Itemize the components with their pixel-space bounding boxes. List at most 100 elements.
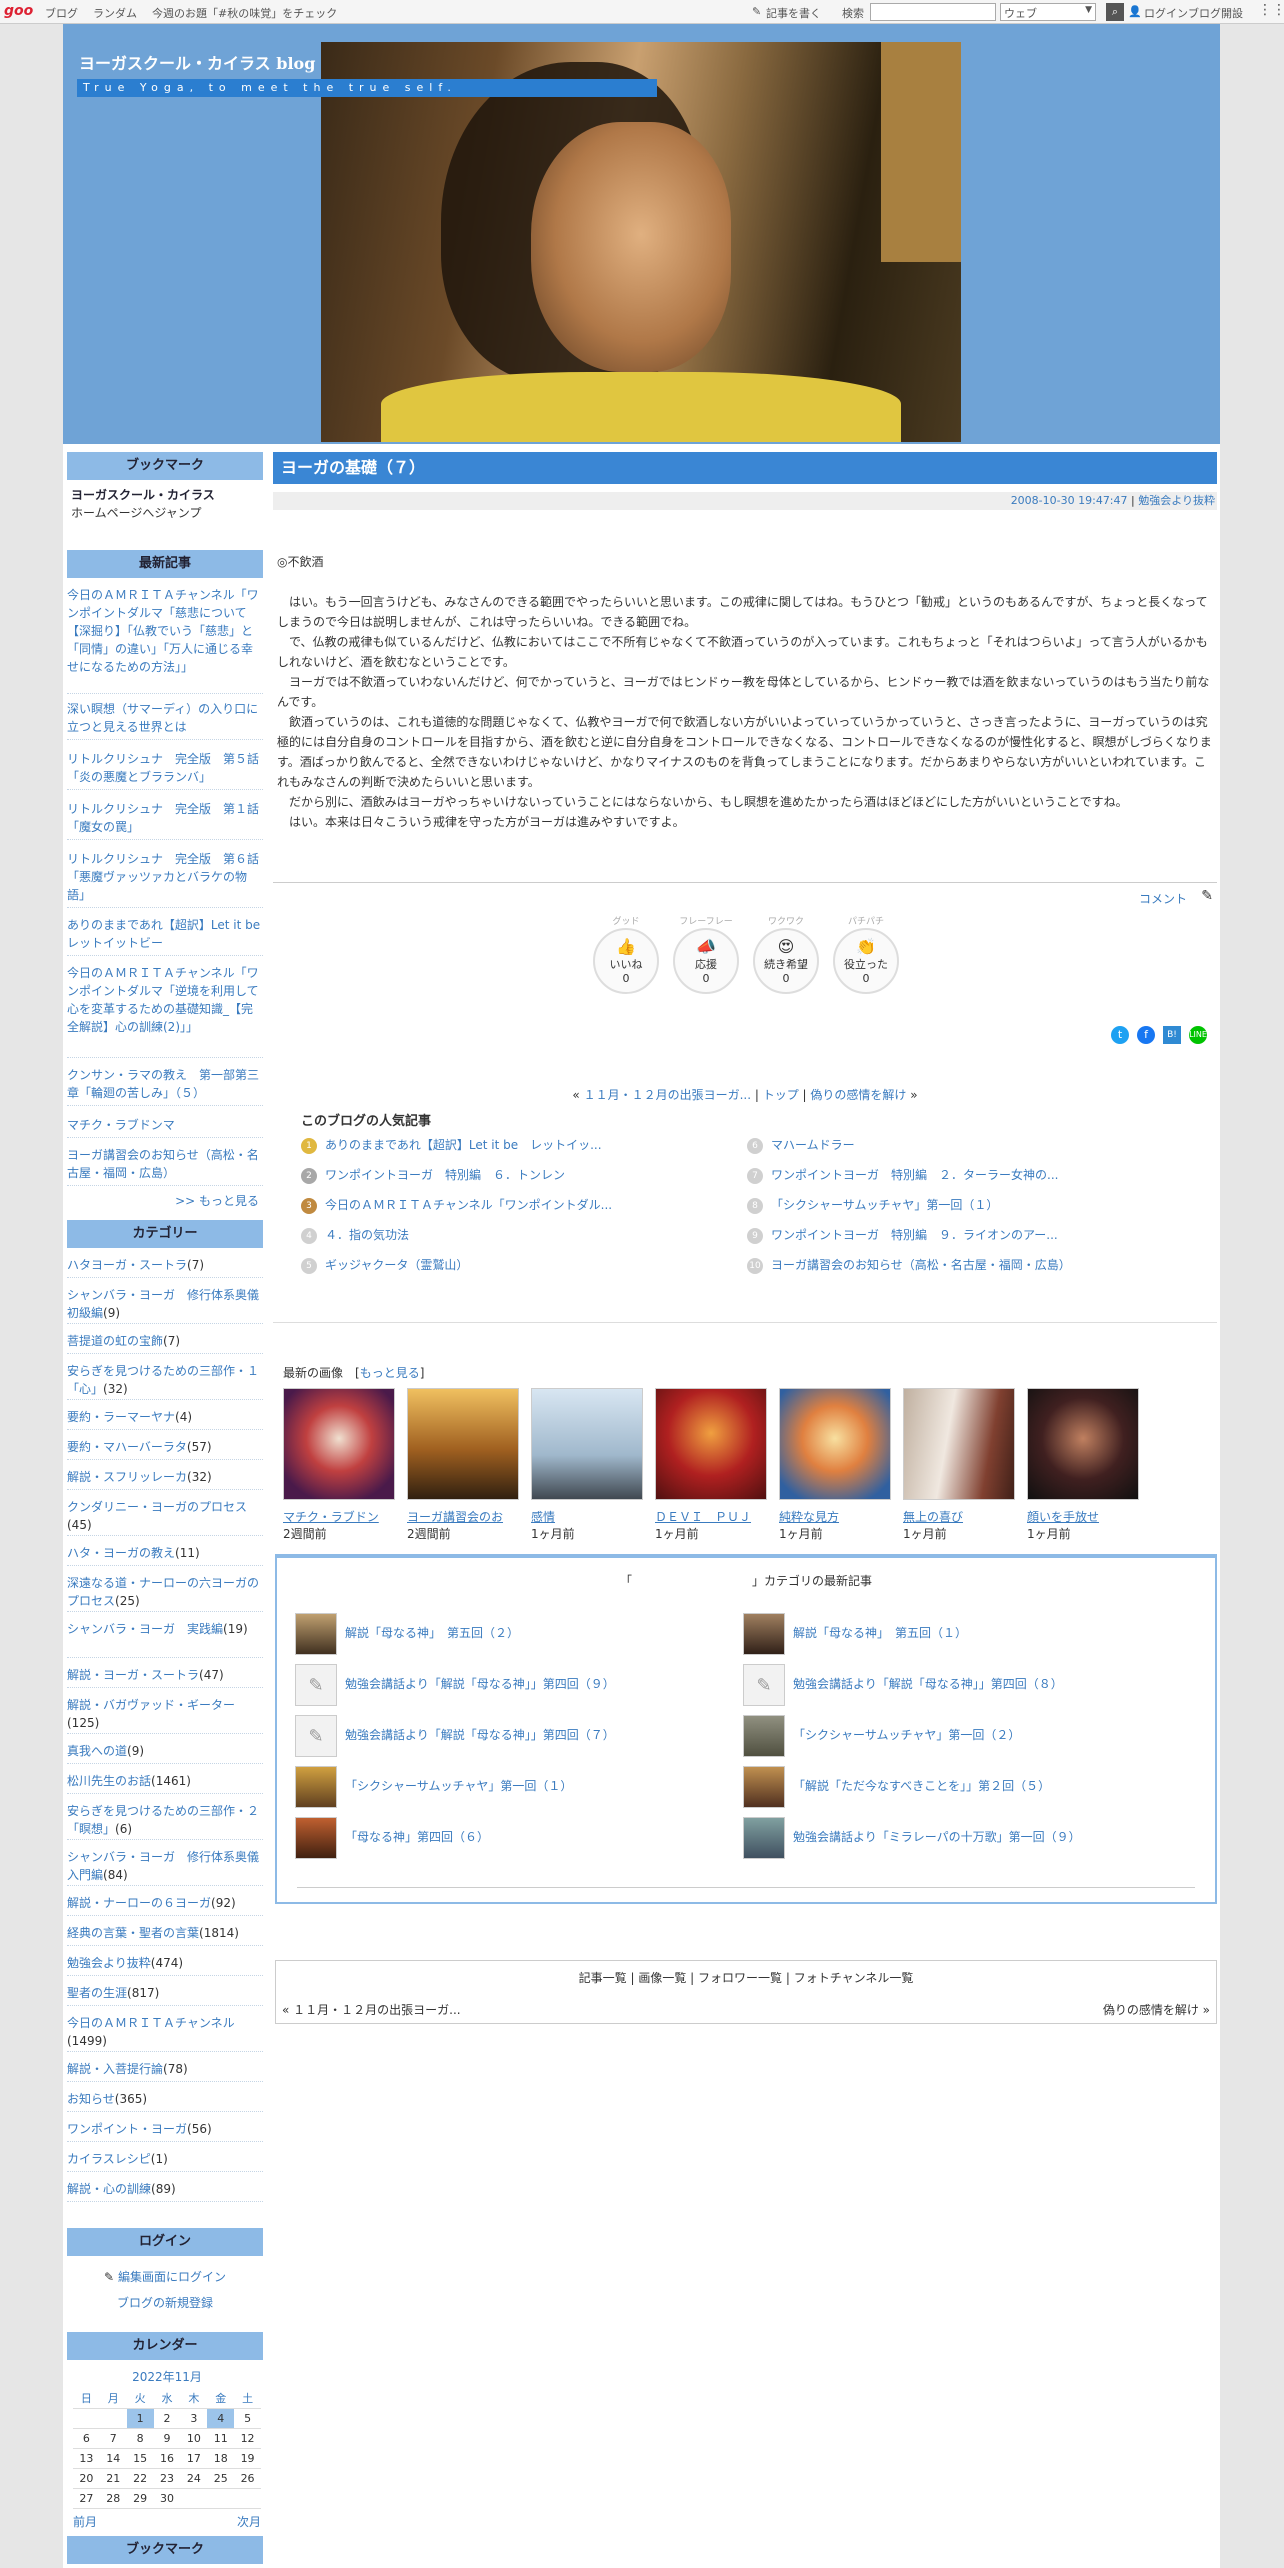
footer-link-followers[interactable]: フォロワー一覧 [698,1971,782,1985]
recent-post-item[interactable]: 今日のＡＭＲＩＴＡチャンネル「ワンポイントダルマ「逆境を利用して心を変革するため… [67,964,263,1058]
login-link[interactable]: ログイン [1144,5,1188,21]
category-name[interactable]: カイラスレシピ [67,2152,151,2166]
category-recent-item[interactable]: ✎ 勉強会講話より「解説「母なる神」」第四回（９） [295,1663,615,1706]
calendar-day[interactable]: 5 [234,2409,261,2429]
calendar-day[interactable]: 26 [234,2469,261,2489]
article-thumbnail[interactable] [295,1765,337,1808]
category-item[interactable]: 真我への道(9) [67,1742,263,1764]
article-thumbnail[interactable] [743,1714,785,1757]
popular-item-link[interactable]: ヨーガ講習会のお知らせ（高松・名古屋・福岡・広島） [771,1258,1071,1272]
popular-item[interactable]: 7 ワンポイントヨーガ 特別編 ２．ターラー女神の... [747,1166,1058,1184]
article-thumbnail[interactable] [295,1816,337,1859]
category-item[interactable]: 安らぎを見つけるための三部作・２「瞑想」(6) [67,1802,263,1840]
latest-image-thumbnail[interactable] [655,1388,767,1500]
category-name[interactable]: ハタ・ヨーガの教え [67,1546,175,1560]
calendar-day[interactable]: 29 [126,2489,154,2509]
category-recent-item[interactable]: ✎ 勉強会講話より「解説「母なる神」」第四回（８） [743,1663,1063,1706]
latest-image-caption[interactable]: ＤＥＶＩ ＰＵＪ [655,1508,767,1525]
calendar-day[interactable]: 19 [234,2449,261,2469]
category-item[interactable]: お知らせ(365) [67,2090,263,2112]
recent-post-item[interactable]: リトルクリシュナ 完全版 第５話「炎の悪魔とブラランバ」 [67,750,263,790]
category-name[interactable]: 解説・バガヴァッド・ギーター [67,1698,235,1712]
footer-next-link[interactable]: 偽りの感情を解け [1103,2003,1199,2017]
category-name[interactable]: 解説・ナーローの６ヨーガ [67,1896,211,1910]
calendar-day[interactable]: 7 [99,2429,127,2449]
calendar-day[interactable]: 2 [153,2409,181,2429]
category-item[interactable]: 解説・ヨーガ・スートラ(47) [67,1666,263,1688]
category-name[interactable]: 要約・ラーマーヤナ [67,1410,175,1424]
calendar-day[interactable]: 20 [73,2469,100,2489]
topbar-link-theme[interactable]: 今週のお題「#秋の味覚」をチェック [152,5,337,21]
recent-post-item[interactable]: リトルクリシュナ 完全版 第１話「魔女の罠」 [67,800,263,840]
latest-image-caption[interactable]: 純粋な見方 [779,1508,891,1525]
category-recent-item[interactable]: 解説「母なる神」 第五回（２） [295,1612,519,1655]
footer-link-photochannel[interactable]: フォトチャンネル一覧 [794,1971,914,1985]
category-item[interactable]: ワンポイント・ヨーガ(56) [67,2120,263,2142]
category-recent-link[interactable]: 勉強会講話より「ミラレーパの十万歌」第一回（９） [793,1830,1081,1844]
category-name[interactable]: 聖者の生涯 [67,1986,127,2000]
category-name[interactable]: 要約・マハーバーラタ [67,1440,187,1454]
article-thumbnail[interactable] [743,1612,785,1655]
category-item[interactable]: 安らぎを見つけるための三部作・１「心」(32) [67,1362,263,1400]
latest-image-caption[interactable]: ヨーガ講習会のお [407,1508,519,1525]
topbar-link-random[interactable]: ランダム [93,5,137,21]
prev-article-link[interactable]: １１月・１２月の出張ヨーガ... [584,1088,751,1102]
category-recent-item[interactable]: 「シクシャーサムッチャヤ」第一回（１） [295,1765,572,1808]
category-item[interactable]: 経典の言葉・聖者の言葉(1814) [67,1924,263,1946]
calendar-day[interactable]: 18 [207,2449,235,2469]
prev-month-link[interactable]: 前月 [73,2513,97,2530]
category-name[interactable]: 解説・入菩提行論 [67,2062,163,2076]
comment-link[interactable]: コメント [1139,890,1187,907]
recent-post-item[interactable]: クンサン・ラマの教え 第一部第三章「輪廻の苦しみ」（５） [67,1066,263,1106]
calendar-day[interactable]: 27 [73,2489,100,2509]
latest-image-thumbnail[interactable] [1027,1388,1139,1500]
category-recent-link[interactable]: 解説「母なる神」 第五回（１） [793,1626,967,1640]
calendar-day[interactable]: 14 [99,2449,127,2469]
category-item[interactable]: 今日のＡＭＲＩＴＡチャンネル (1499) [67,2014,263,2052]
latest-image-caption[interactable]: 感情 [531,1508,643,1525]
category-item[interactable]: 解説・バガヴァッド・ギーター (125) [67,1696,263,1734]
grid-menu-icon[interactable]: ⋮⋮ [1258,2,1284,18]
latest-image-thumbnail[interactable] [531,1388,643,1500]
category-recent-item[interactable]: 解説「母なる神」 第五回（１） [743,1612,967,1655]
latest-image-caption[interactable]: 顔いを手放せ [1027,1508,1139,1525]
category-recent-item[interactable]: 「シクシャーサムッチャヤ」第一回（２） [743,1714,1020,1757]
twitter-icon[interactable]: t [1111,1026,1129,1044]
calendar-day[interactable]: 22 [126,2469,154,2489]
article-thumbnail[interactable] [743,1765,785,1808]
popular-item-link[interactable]: 今日のＡＭＲＩＴＡチャンネル「ワンポイントダル... [325,1198,612,1212]
pencil-icon[interactable]: ✎ [1201,888,1213,904]
calendar-day[interactable]: 1 [126,2409,154,2429]
calendar-day[interactable]: 10 [180,2429,208,2449]
category-recent-link[interactable]: 勉強会講話より「解説「母なる神」」第四回（９） [345,1677,615,1691]
article-thumbnail[interactable] [743,1816,785,1859]
footer-link-images[interactable]: 画像一覧 [638,1971,686,1985]
document-icon[interactable]: ✎ [295,1714,337,1757]
popular-item-link[interactable]: ワンポイントヨーガ 特別編 ９．ライオンのアー... [771,1228,1058,1242]
category-item[interactable]: シャンバラ・ヨーガ 修行体系奥儀 初級編(9) [67,1286,271,1324]
popular-item[interactable]: 4 ４．指の気功法 [301,1226,409,1244]
category-name[interactable]: 解説・スフリッレーカ [67,1470,187,1484]
latest-image-item[interactable]: 感情 1ヶ月前 [531,1388,643,1542]
category-item[interactable]: 要約・ラーマーヤナ(4) [67,1408,263,1430]
calendar-day[interactable]: 17 [180,2449,208,2469]
hatena-bookmark-icon[interactable]: B! [1163,1026,1181,1044]
category-recent-item[interactable]: 「解説「ただ今なすべきことを」」第２回（５） [743,1765,1050,1808]
calendar-day[interactable]: 13 [73,2449,100,2469]
latest-image-thumbnail[interactable] [903,1388,1015,1500]
category-item[interactable]: シャンバラ・ヨーガ 実践編(19) [67,1620,263,1658]
latest-image-item[interactable]: マチク・ラブドン 2週間前 [283,1388,395,1542]
recent-post-item[interactable]: 今日のＡＭＲＩＴＡチャンネル「ワンポイントダルマ「慈悲について【深掘り】「仏教で… [67,586,263,694]
reaction-continue[interactable]: ワクワク 😍 続き希望 0 [753,917,819,994]
popular-item[interactable]: 1 ありのままであれ【超訳】Let it be レットイッ... [301,1136,602,1154]
category-item[interactable]: 勉強会より抜粋(474) [67,1954,263,1976]
category-name[interactable]: 安らぎを見つけるための三部作・１「心」 [67,1364,259,1396]
category-recent-link[interactable]: 「シクシャーサムッチャヤ」第一回（２） [793,1728,1020,1742]
next-article-link[interactable]: 偽りの感情を解け [810,1088,906,1102]
latest-image-item[interactable]: 無上の喜び 1ヶ月前 [903,1388,1015,1542]
popular-item-link[interactable]: ４．指の気功法 [325,1228,409,1242]
calendar-day[interactable]: 21 [99,2469,127,2489]
calendar-day[interactable]: 25 [207,2469,235,2489]
category-recent-item[interactable]: 「母なる神」第四回（６） [295,1816,489,1859]
category-name[interactable]: クンダリニー・ヨーガのプロセス [67,1500,247,1514]
